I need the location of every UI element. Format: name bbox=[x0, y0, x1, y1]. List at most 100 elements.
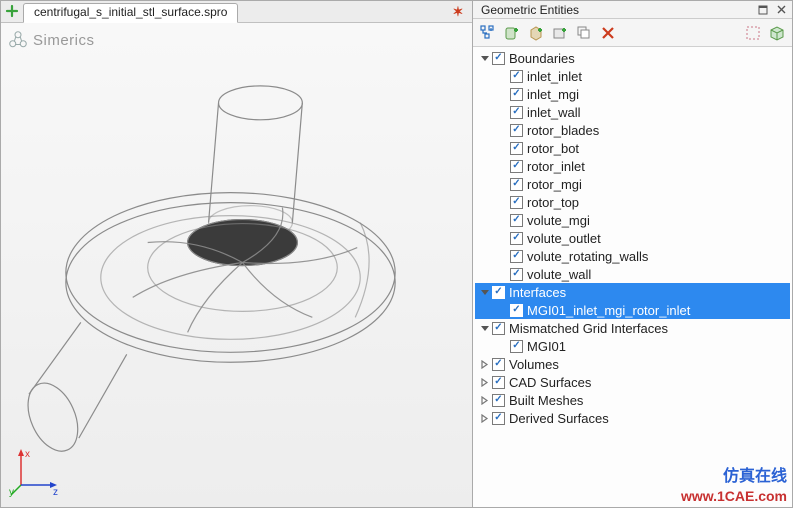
twisty-spacer bbox=[497, 161, 508, 172]
tree-node-derived_surfaces[interactable]: Derived Surfaces bbox=[475, 409, 790, 427]
tree-checkbox[interactable] bbox=[510, 106, 523, 119]
panel-undock-icon[interactable] bbox=[756, 3, 770, 17]
tree-checkbox[interactable] bbox=[510, 88, 523, 101]
viewport-column: centrifugal_s_initial_stl_surface.spro ✶… bbox=[1, 1, 473, 507]
tree-node-volute_wall[interactable]: volute_wall bbox=[475, 265, 790, 283]
panel-titlebar[interactable]: Geometric Entities bbox=[473, 1, 792, 19]
twisty-spacer bbox=[497, 143, 508, 154]
tree-node-label: MGI01 bbox=[527, 339, 566, 354]
tree-checkbox[interactable] bbox=[492, 322, 505, 335]
tree-node-label: rotor_blades bbox=[527, 123, 599, 138]
tree-node-built_meshes[interactable]: Built Meshes bbox=[475, 391, 790, 409]
tree-node-label: volute_rotating_walls bbox=[527, 249, 648, 264]
tree-checkbox[interactable] bbox=[492, 52, 505, 65]
delete-icon[interactable] bbox=[597, 22, 619, 44]
document-tab-label: centrifugal_s_initial_stl_surface.spro bbox=[34, 5, 227, 19]
twisty-spacer bbox=[497, 107, 508, 118]
tree-checkbox[interactable] bbox=[510, 304, 523, 317]
tree-node-label: MGI01_inlet_mgi_rotor_inlet bbox=[527, 303, 690, 318]
tree-node-label: Derived Surfaces bbox=[509, 411, 609, 426]
entities-tree[interactable]: Boundaries inlet_inlet inlet_mgi inlet_wall… bbox=[473, 47, 792, 507]
tree-node-rotor_bot[interactable]: rotor_bot bbox=[475, 139, 790, 157]
twisty-spacer bbox=[497, 341, 508, 352]
tree-checkbox[interactable] bbox=[510, 250, 523, 263]
view-cube-icon[interactable] bbox=[766, 22, 788, 44]
tree-node-cad_surfaces[interactable]: CAD Surfaces bbox=[475, 373, 790, 391]
tree-node-rotor_inlet[interactable]: rotor_inlet bbox=[475, 157, 790, 175]
tree-node-inlet_inlet[interactable]: inlet_inlet bbox=[475, 67, 790, 85]
tree-checkbox[interactable] bbox=[510, 124, 523, 137]
tree-checkbox[interactable] bbox=[492, 376, 505, 389]
tree-checkbox[interactable] bbox=[510, 232, 523, 245]
tree-checkbox[interactable] bbox=[510, 142, 523, 155]
expand-icon[interactable] bbox=[479, 413, 490, 424]
tree-node-volute_mgi[interactable]: volute_mgi bbox=[475, 211, 790, 229]
add-domain-icon[interactable] bbox=[501, 22, 523, 44]
tree-node-boundaries[interactable]: Boundaries bbox=[475, 49, 790, 67]
axis-x-label: x bbox=[25, 449, 30, 460]
document-tabbar: centrifugal_s_initial_stl_surface.spro ✶ bbox=[1, 1, 472, 23]
add-surface-icon[interactable] bbox=[549, 22, 571, 44]
tree-checkbox[interactable] bbox=[492, 394, 505, 407]
tree-node-label: inlet_wall bbox=[527, 105, 580, 120]
model-viewport[interactable]: Simerics bbox=[1, 23, 472, 507]
twisty-spacer bbox=[497, 251, 508, 262]
select-box-icon[interactable] bbox=[742, 22, 764, 44]
tree-checkbox[interactable] bbox=[510, 268, 523, 281]
tree-node-label: Interfaces bbox=[509, 285, 566, 300]
tree-node-volute_outlet[interactable]: volute_outlet bbox=[475, 229, 790, 247]
collapse-icon[interactable] bbox=[479, 53, 490, 64]
twisty-spacer bbox=[497, 233, 508, 244]
tree-node-mismatched[interactable]: Mismatched Grid Interfaces bbox=[475, 319, 790, 337]
tree-node-volute_rotating_walls[interactable]: volute_rotating_walls bbox=[475, 247, 790, 265]
tree-node-interfaces[interactable]: Interfaces bbox=[475, 283, 790, 301]
tree-node-label: rotor_top bbox=[527, 195, 579, 210]
add-volume-icon[interactable] bbox=[525, 22, 547, 44]
tree-node-rotor_top[interactable]: rotor_top bbox=[475, 193, 790, 211]
tree-checkbox[interactable] bbox=[510, 178, 523, 191]
tree-node-inlet_mgi[interactable]: inlet_mgi bbox=[475, 85, 790, 103]
tree-node-label: rotor_inlet bbox=[527, 159, 585, 174]
panel-title-text: Geometric Entities bbox=[481, 3, 579, 17]
tree-node-label: Mismatched Grid Interfaces bbox=[509, 321, 668, 336]
expand-icon[interactable] bbox=[479, 359, 490, 370]
tree-node-volumes[interactable]: Volumes bbox=[475, 355, 790, 373]
axis-z-label: z bbox=[53, 487, 58, 497]
tree-node-label: inlet_inlet bbox=[527, 69, 582, 84]
tree-node-inlet_wall[interactable]: inlet_wall bbox=[475, 103, 790, 121]
tree-checkbox[interactable] bbox=[510, 196, 523, 209]
tree-node-rotor_blades[interactable]: rotor_blades bbox=[475, 121, 790, 139]
tree-node-label: inlet_mgi bbox=[527, 87, 579, 102]
panel-toolbar bbox=[473, 19, 792, 47]
twisty-spacer bbox=[497, 215, 508, 226]
copy-icon[interactable] bbox=[573, 22, 595, 44]
tree-node-mgi01_inlet[interactable]: MGI01_inlet_mgi_rotor_inlet bbox=[475, 301, 790, 319]
tree-checkbox[interactable] bbox=[492, 358, 505, 371]
tree-view-icon[interactable] bbox=[477, 22, 499, 44]
tree-node-mgi01[interactable]: MGI01 bbox=[475, 337, 790, 355]
collapse-icon[interactable] bbox=[479, 287, 490, 298]
tree-node-label: volute_outlet bbox=[527, 231, 601, 246]
new-tab-plus-icon[interactable] bbox=[5, 4, 19, 18]
panel-close-icon[interactable] bbox=[774, 3, 788, 17]
tree-checkbox[interactable] bbox=[510, 340, 523, 353]
close-tab-icon[interactable]: ✶ bbox=[450, 4, 466, 20]
twisty-spacer bbox=[497, 197, 508, 208]
axis-triad: x y z bbox=[9, 443, 63, 497]
collapse-icon[interactable] bbox=[479, 323, 490, 334]
document-tab[interactable]: centrifugal_s_initial_stl_surface.spro bbox=[23, 3, 238, 23]
expand-icon[interactable] bbox=[479, 377, 490, 388]
tree-checkbox[interactable] bbox=[492, 286, 505, 299]
expand-icon[interactable] bbox=[479, 395, 490, 406]
tree-checkbox[interactable] bbox=[510, 70, 523, 83]
tree-checkbox[interactable] bbox=[510, 160, 523, 173]
tree-node-label: rotor_mgi bbox=[527, 177, 582, 192]
tree-node-rotor_mgi[interactable]: rotor_mgi bbox=[475, 175, 790, 193]
overlay-watermark-url: www.1CAE.com bbox=[681, 488, 787, 504]
tree-checkbox[interactable] bbox=[492, 412, 505, 425]
tree-node-label: Boundaries bbox=[509, 51, 575, 66]
tree-checkbox[interactable] bbox=[510, 214, 523, 227]
app-root: centrifugal_s_initial_stl_surface.spro ✶… bbox=[0, 0, 793, 508]
tree-node-label: volute_mgi bbox=[527, 213, 590, 228]
overlay-watermark-cn: 仿真在线 bbox=[723, 462, 787, 486]
